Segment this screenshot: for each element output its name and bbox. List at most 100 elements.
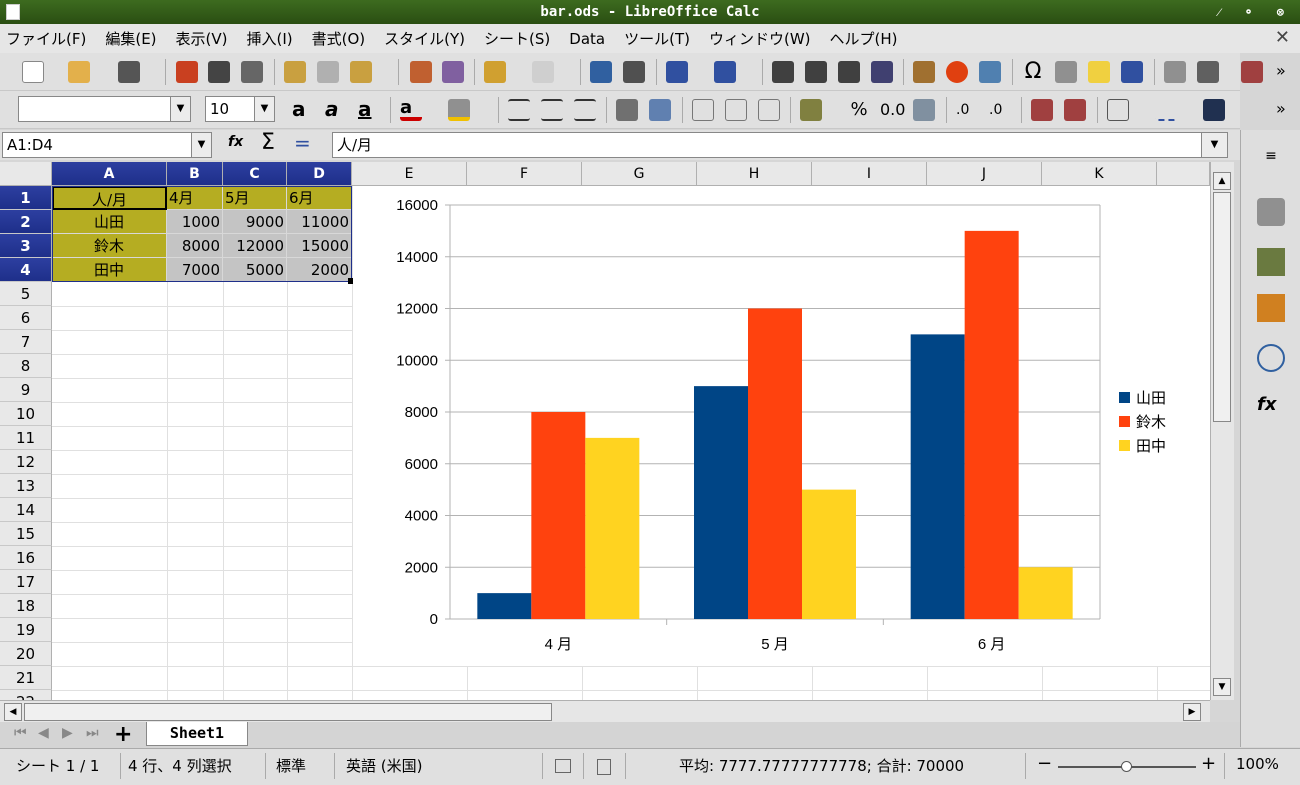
copy-icon[interactable] <box>317 61 339 83</box>
date-format-icon[interactable] <box>913 99 935 121</box>
cell-a1[interactable]: 人/月 <box>52 186 167 210</box>
row-header[interactable]: 7 <box>0 330 52 354</box>
header-footer-icon[interactable] <box>1121 61 1143 83</box>
column-header-f[interactable]: F <box>467 162 582 186</box>
row-header[interactable]: 13 <box>0 474 52 498</box>
row-header[interactable]: 17 <box>0 570 52 594</box>
cell-b1[interactable]: 4月 <box>167 186 223 210</box>
zoom-slider-handle[interactable] <box>1121 761 1132 772</box>
hscroll-thumb[interactable] <box>24 703 552 721</box>
name-box[interactable]: A1:D4 ▼ <box>2 132 212 158</box>
zoom-level[interactable]: 100% <box>1236 755 1279 773</box>
special-character-icon[interactable]: Ω <box>1022 61 1044 83</box>
column-header-b[interactable]: B <box>167 162 223 186</box>
row-header[interactable]: 11 <box>0 426 52 450</box>
paste-icon[interactable] <box>350 61 372 83</box>
cell-b2[interactable]: 1000 <box>167 210 223 234</box>
row-header[interactable]: 20 <box>0 642 52 666</box>
row-header[interactable]: 19 <box>0 618 52 642</box>
row-header[interactable]: 9 <box>0 378 52 402</box>
scroll-left-icon[interactable]: ◀ <box>4 703 22 721</box>
define-print-area-icon[interactable] <box>1164 61 1186 83</box>
bar-chart[interactable]: 0 2000 4000 6000 8000 10000 12000 14000 16000 4 月… <box>353 186 1210 666</box>
sidebar-menu-icon[interactable]: ≡ <box>1257 148 1285 176</box>
align-center-icon[interactable] <box>541 99 563 121</box>
window-controls[interactable]: ⁄ ⚬ ⊗ <box>1218 0 1292 24</box>
column-header-d[interactable]: D <box>287 162 352 186</box>
align-middle-icon[interactable] <box>725 99 747 121</box>
menu-help[interactable]: ヘルプ(H) <box>830 28 898 49</box>
column-header-c[interactable]: C <box>223 162 287 186</box>
menu-edit[interactable]: 編集(E) <box>105 28 156 49</box>
menu-file[interactable]: ファイル(F) <box>6 28 86 49</box>
cell-c2[interactable]: 9000 <box>223 210 287 234</box>
expand-formula-icon[interactable]: ▼ <box>1201 133 1227 157</box>
open-folder-icon[interactable] <box>68 61 90 83</box>
cell-c1[interactable]: 5月 <box>223 186 287 210</box>
hyperlink-icon[interactable] <box>1055 61 1077 83</box>
last-sheet-icon[interactable]: ⏭ <box>86 725 99 741</box>
column-header-e[interactable]: E <box>352 162 467 186</box>
percent-format-icon[interactable]: % <box>848 99 870 121</box>
row-header[interactable]: 15 <box>0 522 52 546</box>
redo-icon[interactable] <box>532 61 554 83</box>
row-header[interactable]: 4 <box>0 258 52 282</box>
highlight-color-icon[interactable] <box>448 99 470 121</box>
row-header[interactable]: 18 <box>0 594 52 618</box>
merge-cells-icon[interactable] <box>649 99 671 121</box>
menu-styles[interactable]: スタイル(Y) <box>384 28 465 49</box>
column-header-k[interactable]: K <box>1042 162 1157 186</box>
cell-a3[interactable]: 鈴木 <box>52 234 167 258</box>
number-format-icon[interactable]: 0.0 <box>880 99 905 121</box>
bar-1-2[interactable] <box>531 412 586 619</box>
more-options-icon[interactable]: » <box>1276 61 1298 83</box>
gallery-icon[interactable] <box>1257 294 1285 322</box>
cell-d3[interactable]: 15000 <box>287 234 352 258</box>
row-header[interactable]: 5 <box>0 282 52 306</box>
underline-icon[interactable]: a <box>358 99 380 121</box>
clear-formatting-icon[interactable] <box>442 61 464 83</box>
next-sheet-icon[interactable]: ▶ <box>62 725 73 741</box>
insert-image-icon[interactable] <box>913 61 935 83</box>
find-replace-icon[interactable] <box>590 61 612 83</box>
column-header-h[interactable]: H <box>697 162 812 186</box>
print-icon[interactable] <box>208 61 230 83</box>
properties-icon[interactable] <box>1257 198 1285 226</box>
row-header[interactable]: 6 <box>0 306 52 330</box>
italic-icon[interactable]: a <box>325 99 347 121</box>
add-decimal-icon[interactable]: .0 <box>956 99 978 121</box>
zoom-out-icon[interactable]: − <box>1037 753 1052 774</box>
horizontal-scrollbar[interactable]: ◀ ▶ <box>0 700 1210 722</box>
bar-3-2[interactable] <box>964 230 1019 619</box>
row-header[interactable]: 14 <box>0 498 52 522</box>
functions-icon[interactable]: fx <box>1257 394 1285 422</box>
align-left-icon[interactable] <box>508 99 530 121</box>
font-size-box[interactable]: 10 ▼ <box>205 96 275 122</box>
row-header[interactable]: 2 <box>0 210 52 234</box>
cell-d2[interactable]: 11000 <box>287 210 352 234</box>
print-preview-icon[interactable] <box>241 61 263 83</box>
freeze-rows-icon[interactable] <box>1197 61 1219 83</box>
font-name-box[interactable]: ▼ <box>18 96 191 122</box>
cell-d1[interactable]: 6月 <box>287 186 352 210</box>
decrease-indent-icon[interactable] <box>1064 99 1086 121</box>
bar-1-1[interactable] <box>477 593 532 619</box>
function-wizard-icon[interactable]: fx <box>228 134 250 156</box>
autofilter-icon[interactable] <box>871 61 893 83</box>
cut-icon[interactable] <box>284 61 306 83</box>
row-icon[interactable] <box>666 61 688 83</box>
wrap-text-icon[interactable] <box>616 99 638 121</box>
currency-format-icon[interactable] <box>800 99 822 121</box>
clone-formatting-icon[interactable] <box>410 61 432 83</box>
language[interactable]: 英語 (米国) <box>346 755 422 776</box>
new-document-icon[interactable] <box>22 61 44 83</box>
menu-window[interactable]: ウィンドウ(W) <box>709 28 811 49</box>
row-header[interactable]: 21 <box>0 666 52 690</box>
more-options-icon[interactable]: » <box>1276 99 1298 121</box>
styles-icon[interactable] <box>1257 248 1285 276</box>
cell-b4[interactable]: 7000 <box>167 258 223 282</box>
row-header[interactable]: 1 <box>0 186 52 210</box>
vertical-scrollbar[interactable]: ▲ ▼ <box>1210 162 1234 700</box>
row-header[interactable]: 22 <box>0 690 52 700</box>
sort-descending-icon[interactable] <box>838 61 860 83</box>
